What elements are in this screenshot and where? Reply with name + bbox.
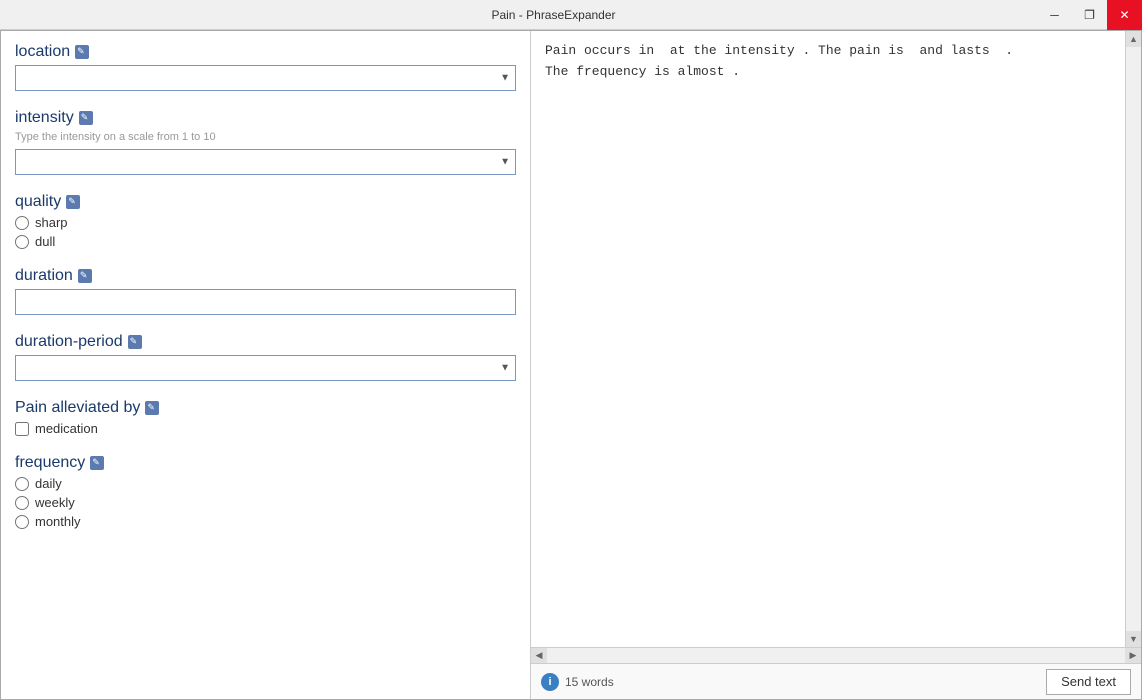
quality-sharp-label: sharp: [35, 215, 68, 230]
location-select[interactable]: [15, 65, 516, 91]
restore-button[interactable]: ❐: [1072, 0, 1107, 30]
pain-alleviated-edit-icon[interactable]: [145, 401, 159, 415]
scroll-left-arrow[interactable]: ◀: [531, 648, 547, 664]
scroll-down-arrow[interactable]: ▼: [1126, 631, 1142, 647]
preview-textarea[interactable]: [531, 31, 1141, 647]
quality-dull-option: dull: [15, 234, 516, 249]
duration-input[interactable]: [15, 289, 516, 315]
quality-edit-icon[interactable]: [66, 195, 80, 209]
minimize-button[interactable]: ─: [1037, 0, 1072, 30]
close-button[interactable]: ✕: [1107, 0, 1142, 30]
frequency-monthly-option: monthly: [15, 514, 516, 529]
intensity-section: intensity Type the intensity on a scale …: [15, 109, 516, 175]
duration-period-label-text: duration-period: [15, 333, 123, 351]
frequency-daily-option: daily: [15, 476, 516, 491]
window-title: Pain - PhraseExpander: [70, 8, 1037, 22]
quality-sharp-radio[interactable]: [15, 216, 29, 230]
info-icon-label: i: [548, 676, 551, 688]
frequency-monthly-label: monthly: [35, 514, 81, 529]
duration-period-label: duration-period: [15, 333, 516, 351]
duration-period-select-wrapper: [15, 355, 516, 381]
right-panel: ▲ ▼ ◀ ▶ i 15 words Send text: [531, 31, 1141, 699]
duration-label-text: duration: [15, 267, 73, 285]
intensity-select[interactable]: [15, 149, 516, 175]
title-bar: Pain - PhraseExpander ─ ❐ ✕: [0, 0, 1142, 30]
intensity-hint: Type the intensity on a scale from 1 to …: [15, 131, 516, 143]
word-count-section: i 15 words: [541, 673, 614, 691]
intensity-label-text: intensity: [15, 109, 74, 127]
medication-checkbox[interactable]: [15, 422, 29, 436]
pain-alleviated-section: Pain alleviated by medication: [15, 399, 516, 436]
medication-option: medication: [15, 421, 516, 436]
scroll-up-arrow[interactable]: ▲: [1126, 31, 1142, 47]
main-window: location intensity Type the intensity on…: [0, 30, 1142, 700]
intensity-select-wrapper: [15, 149, 516, 175]
frequency-label-text: frequency: [15, 454, 85, 472]
left-panel: location intensity Type the intensity on…: [1, 31, 531, 699]
frequency-daily-radio[interactable]: [15, 477, 29, 491]
duration-period-select[interactable]: [15, 355, 516, 381]
duration-section: duration: [15, 267, 516, 315]
duration-period-edit-icon[interactable]: [128, 335, 142, 349]
duration-period-section: duration-period: [15, 333, 516, 381]
title-buttons: ─ ❐ ✕: [1037, 0, 1142, 30]
pain-alleviated-label-text: Pain alleviated by: [15, 399, 140, 417]
scroll-track-v[interactable]: [1126, 47, 1141, 631]
location-edit-icon[interactable]: [75, 45, 89, 59]
location-label-text: location: [15, 43, 70, 61]
quality-section: quality sharp dull: [15, 193, 516, 249]
frequency-daily-label: daily: [35, 476, 62, 491]
horizontal-scrollbar: ◀ ▶: [531, 647, 1141, 663]
location-label: location: [15, 43, 516, 61]
scroll-right-arrow[interactable]: ▶: [1125, 648, 1141, 664]
frequency-monthly-radio[interactable]: [15, 515, 29, 529]
quality-sharp-option: sharp: [15, 215, 516, 230]
frequency-weekly-option: weekly: [15, 495, 516, 510]
preview-area-container: ▲ ▼: [531, 31, 1141, 647]
duration-label: duration: [15, 267, 516, 285]
medication-label: medication: [35, 421, 98, 436]
word-count-label: 15 words: [565, 675, 614, 689]
send-text-button[interactable]: Send text: [1046, 669, 1131, 695]
intensity-label: intensity: [15, 109, 516, 127]
location-select-wrapper: [15, 65, 516, 91]
scroll-track-h[interactable]: [547, 648, 1125, 663]
quality-dull-label: dull: [35, 234, 55, 249]
vertical-scrollbar: ▲ ▼: [1125, 31, 1141, 647]
frequency-weekly-label: weekly: [35, 495, 75, 510]
frequency-section: frequency daily weekly monthly: [15, 454, 516, 529]
bottom-bar: i 15 words Send text: [531, 663, 1141, 699]
info-icon: i: [541, 673, 559, 691]
pain-alleviated-label: Pain alleviated by: [15, 399, 516, 417]
quality-label: quality: [15, 193, 516, 211]
location-section: location: [15, 43, 516, 91]
frequency-label: frequency: [15, 454, 516, 472]
frequency-edit-icon[interactable]: [90, 456, 104, 470]
intensity-edit-icon[interactable]: [79, 111, 93, 125]
quality-dull-radio[interactable]: [15, 235, 29, 249]
frequency-weekly-radio[interactable]: [15, 496, 29, 510]
duration-edit-icon[interactable]: [78, 269, 92, 283]
quality-label-text: quality: [15, 193, 61, 211]
